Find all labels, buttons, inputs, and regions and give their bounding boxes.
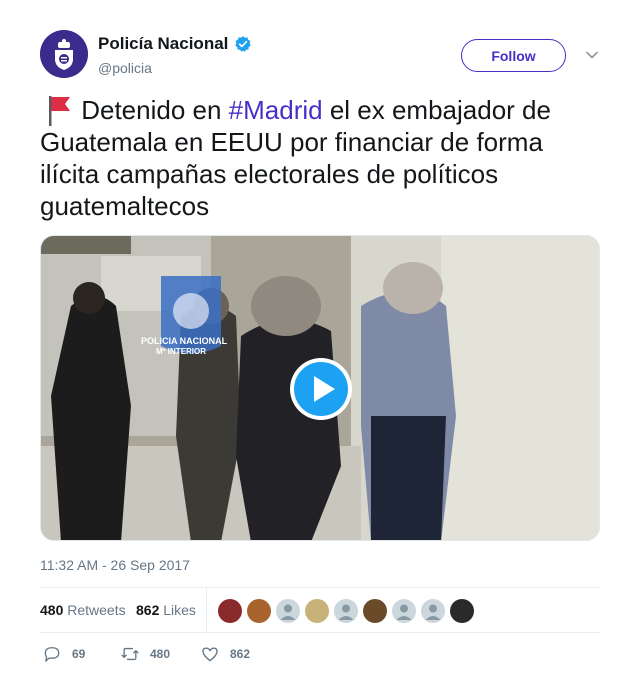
red-flag-icon xyxy=(49,96,70,126)
default-avatar-icon xyxy=(338,604,354,620)
tweet-text: Detenido en #Madrid el ex embajador de G… xyxy=(40,94,605,222)
liker-avatar[interactable] xyxy=(363,599,387,623)
like-button[interactable]: 862 xyxy=(200,644,250,664)
liker-avatar[interactable] xyxy=(421,599,445,623)
reply-icon xyxy=(44,647,60,662)
tweet-header: Policía Nacional @policia Follow xyxy=(40,30,600,82)
default-avatar-icon xyxy=(425,604,441,620)
verified-badge-icon xyxy=(235,36,252,52)
liker-avatar[interactable] xyxy=(247,599,271,623)
reply-button[interactable]: 69 xyxy=(42,644,85,664)
author-handle[interactable]: @policia xyxy=(98,60,152,76)
follow-button[interactable]: Follow xyxy=(461,39,566,72)
tweet-text-part: Detenido en xyxy=(74,95,229,125)
retweet-icon xyxy=(121,647,139,661)
retweets-stat[interactable]: 480 Retweets xyxy=(40,602,126,618)
tweet-stats: 480 Retweets 862 Likes xyxy=(40,587,600,633)
default-avatar-icon xyxy=(396,604,412,620)
retweet-button[interactable]: 480 xyxy=(120,644,170,664)
retweet-count: 480 xyxy=(150,647,171,661)
heart-icon xyxy=(202,647,218,662)
play-icon[interactable] xyxy=(288,356,354,422)
stats-divider xyxy=(206,588,207,633)
watermark-line-2: Mº INTERIOR xyxy=(156,347,206,356)
liker-avatar[interactable] xyxy=(276,599,300,623)
liker-avatar[interactable] xyxy=(218,599,242,623)
liker-avatar[interactable] xyxy=(334,599,358,623)
liker-avatar[interactable] xyxy=(392,599,416,623)
police-shield-icon xyxy=(40,30,88,78)
video-player[interactable]: POLICIA NACIONAL Mº INTERIOR xyxy=(40,235,600,541)
liker-avatar[interactable] xyxy=(305,599,329,623)
retweets-stat-count: 480 xyxy=(40,602,64,618)
author-avatar[interactable] xyxy=(40,30,88,78)
likes-stat[interactable]: 862 Likes xyxy=(136,602,196,618)
tweet-timestamp[interactable]: 11:32 AM - 26 Sep 2017 xyxy=(40,557,190,573)
reply-count: 69 xyxy=(72,647,86,661)
chevron-down-icon[interactable] xyxy=(585,48,599,62)
likes-stat-label: Likes xyxy=(163,602,196,618)
tweet-actions: 69 480 862 xyxy=(40,644,600,668)
liker-avatar[interactable] xyxy=(450,599,474,623)
watermark-line-1: POLICIA NACIONAL xyxy=(141,336,228,346)
like-count: 862 xyxy=(230,647,251,661)
hashtag-link-madrid[interactable]: #Madrid xyxy=(229,95,323,125)
retweets-stat-label: Retweets xyxy=(67,602,126,618)
likes-stat-count: 862 xyxy=(136,602,160,618)
default-avatar-icon xyxy=(280,604,296,620)
author-display-name[interactable]: Policía Nacional xyxy=(98,34,228,54)
